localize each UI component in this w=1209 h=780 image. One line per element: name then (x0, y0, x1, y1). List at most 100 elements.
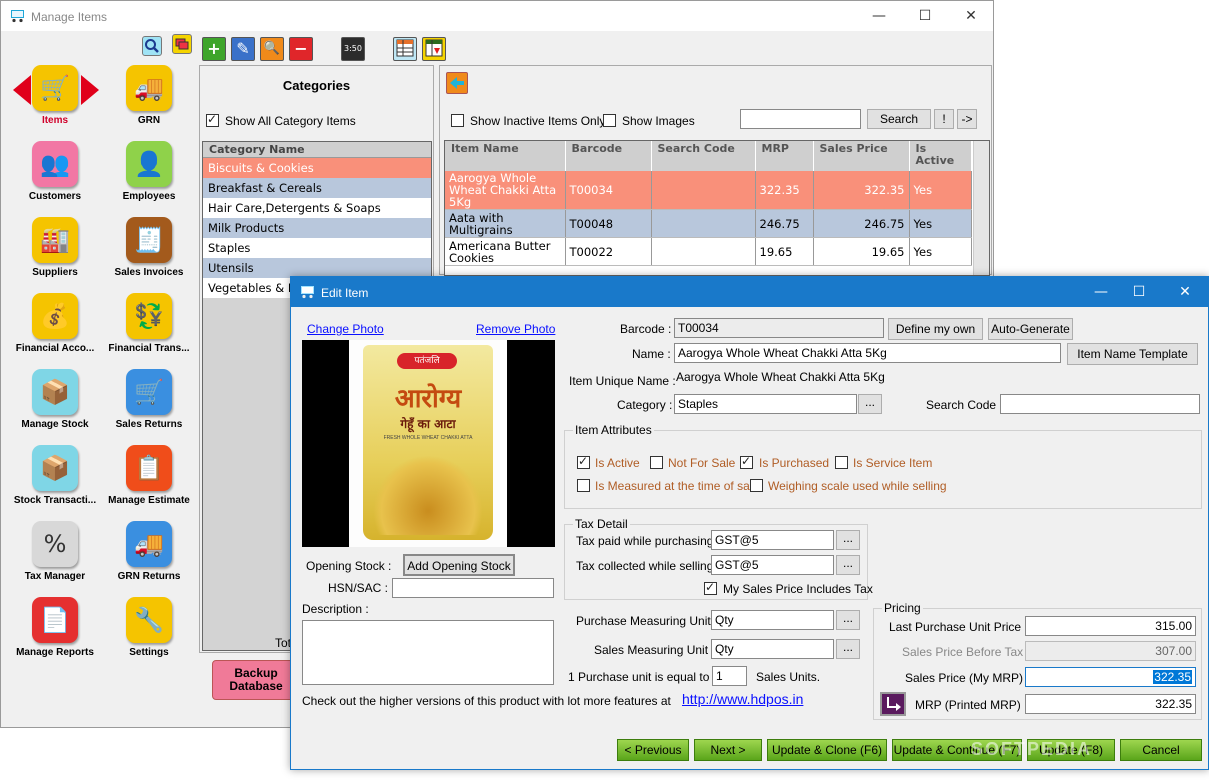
before-tax-input[interactable]: 307.00 (1025, 641, 1196, 661)
column-header[interactable]: Barcode (565, 141, 652, 171)
clock-icon[interactable]: 3:50 (341, 37, 365, 61)
sales-unit-browse-button[interactable]: ... (836, 639, 860, 659)
employee-icon: 👤 (126, 141, 172, 187)
is-measured-checkbox[interactable] (577, 479, 590, 492)
search-icon[interactable] (142, 36, 162, 56)
sales-unit-input[interactable]: Qty (711, 639, 834, 659)
category-input[interactable]: Staples (674, 394, 857, 414)
back-arrow-icon[interactable] (446, 72, 468, 94)
search-code-input[interactable] (1000, 394, 1200, 414)
change-photo-link[interactable]: Change Photo (307, 322, 384, 336)
nav-item-employees[interactable]: 👤 Employees (101, 141, 197, 202)
minimize-button[interactable]: — (869, 6, 889, 26)
purchase-unit-input[interactable]: Qty (711, 610, 834, 630)
barcode-input[interactable]: T00034 (674, 318, 884, 338)
auto-generate-button[interactable]: Auto-Generate (988, 318, 1073, 340)
hsn-input[interactable] (392, 578, 554, 598)
nav-item-sales-invoices[interactable]: 🧾 Sales Invoices (101, 217, 197, 278)
before-tax-label: Sales Price Before Tax : (902, 645, 1030, 659)
category-browse-button[interactable]: ... (858, 394, 882, 414)
nav-item-stock-transacti[interactable]: 📦 Stock Transacti... (7, 445, 103, 506)
add-item-icon[interactable]: + (202, 37, 226, 61)
remove-photo-link[interactable]: Remove Photo (476, 322, 555, 336)
category-row[interactable]: Milk Products (203, 218, 431, 238)
hdpos-link[interactable]: http://www.hdpos.in (682, 691, 803, 707)
description-input[interactable] (302, 620, 554, 685)
sales-price-input[interactable]: 322.35 (1025, 667, 1196, 687)
nav-item-sales-returns[interactable]: 🛒 Sales Returns (101, 369, 197, 430)
edit-item-icon[interactable]: ✎ (231, 37, 255, 61)
nav-item-manage-estimate[interactable]: 📋 Manage Estimate (101, 445, 197, 506)
find-item-icon[interactable]: 🔍 (260, 37, 284, 61)
tax-paid-browse-button[interactable]: ... (836, 530, 860, 550)
add-opening-stock-button[interactable]: Add Opening Stock (403, 554, 515, 576)
category-row[interactable]: Hair Care,Detergents & Soaps (203, 198, 431, 218)
mrp-input[interactable]: 322.35 (1025, 694, 1196, 714)
promo-text: Check out the higher versions of this pr… (302, 694, 671, 708)
unit-ratio-input[interactable]: 1 (712, 666, 747, 686)
includes-tax-checkbox[interactable] (704, 580, 717, 595)
tax-paid-input[interactable]: GST@5 (711, 530, 834, 550)
column-header[interactable]: Item Name (445, 141, 566, 171)
copy-to-mrp-icon[interactable] (880, 692, 906, 716)
nav-item-suppliers[interactable]: 🏭 Suppliers (7, 217, 103, 278)
nav-item-settings[interactable]: 🔧 Settings (101, 597, 197, 658)
column-header[interactable]: Is Active (909, 141, 972, 171)
cancel-button[interactable]: Cancel (1120, 739, 1202, 761)
nav-item-financial-acco[interactable]: 💰 Financial Acco... (7, 293, 103, 354)
column-header[interactable]: Sales Price (813, 141, 910, 171)
name-input[interactable]: Aarogya Whole Wheat Chakki Atta 5Kg (674, 343, 1061, 363)
grid-scrollbar[interactable] (973, 141, 989, 275)
tax-collected-browse-button[interactable]: ... (836, 555, 860, 575)
nav-item-grn-returns[interactable]: 🚚 GRN Returns (101, 521, 197, 582)
dialog-maximize-button[interactable]: ☐ (1129, 282, 1149, 302)
table-row[interactable]: Americana Butter Cookies T00022 19.65 19.65… (445, 237, 972, 266)
next-arrow-button[interactable]: -> (957, 109, 977, 129)
show-inactive-checkbox[interactable] (451, 114, 464, 127)
exclamation-button[interactable]: ! (934, 109, 954, 129)
table-row[interactable]: Aata with Multigrains T00048 246.75 246.75 Y… (445, 209, 972, 238)
maximize-button[interactable]: ☐ (915, 6, 935, 26)
category-row[interactable]: Breakfast & Cereals (203, 178, 431, 198)
export-table-icon[interactable] (422, 37, 446, 61)
windows-icon[interactable] (172, 34, 192, 54)
item-name-template-button[interactable]: Item Name Template (1067, 343, 1198, 365)
nav-item-items[interactable]: 🛒 Items (7, 65, 103, 126)
coins-icon-glyph: 💰 (40, 302, 70, 330)
table-cell: 19.65 (755, 237, 814, 266)
next-button[interactable]: Next > (694, 739, 762, 761)
nav-item-tax-manager[interactable]: % Tax Manager (7, 521, 103, 582)
category-row[interactable]: Staples (203, 238, 431, 258)
is-service-item-checkbox[interactable] (835, 456, 848, 469)
show-images-checkbox[interactable] (603, 114, 616, 127)
column-header[interactable]: Search Code (651, 141, 756, 171)
previous-button[interactable]: < Previous (617, 739, 689, 761)
nav-item-manage-stock[interactable]: 📦 Manage Stock (7, 369, 103, 430)
tax-collected-input[interactable]: GST@5 (711, 555, 834, 575)
show-all-category-checkbox[interactable] (206, 112, 219, 127)
is-purchased-checkbox[interactable] (740, 454, 753, 469)
purchase-unit-browse-button[interactable]: ... (836, 610, 860, 630)
item-search-input[interactable] (740, 109, 861, 129)
nav-item-financial-trans[interactable]: 💱 Financial Trans... (101, 293, 197, 354)
search-button[interactable]: Search (867, 109, 931, 129)
last-purchase-input[interactable]: 315.00 (1025, 616, 1196, 636)
table-view-icon[interactable] (393, 37, 417, 61)
dialog-close-button[interactable]: ✕ (1175, 282, 1195, 302)
weighing-scale-checkbox[interactable] (750, 479, 763, 492)
not-for-sale-checkbox[interactable] (650, 456, 663, 469)
close-button[interactable]: ✕ (961, 6, 981, 26)
update-clone-button[interactable]: Update & Clone (F6) (767, 739, 887, 761)
dialog-minimize-button[interactable]: — (1091, 282, 1111, 302)
nav-item-grn[interactable]: 🚚 GRN (101, 65, 197, 126)
nav-item-manage-reports[interactable]: 📄 Manage Reports (7, 597, 103, 658)
delete-item-icon[interactable]: − (289, 37, 313, 61)
category-row[interactable]: Biscuits & Cookies (203, 158, 431, 178)
backup-database-button[interactable]: Backup Database (212, 660, 300, 700)
category-row[interactable]: Utensils (203, 258, 431, 278)
is-active-checkbox[interactable] (577, 454, 590, 469)
nav-item-customers[interactable]: 👥 Customers (7, 141, 103, 202)
column-header[interactable]: MRP (755, 141, 814, 171)
table-row[interactable]: Aarogya Whole Wheat Chakki Atta 5Kg T0003… (445, 171, 972, 210)
define-my-own-button[interactable]: Define my own (888, 318, 983, 340)
